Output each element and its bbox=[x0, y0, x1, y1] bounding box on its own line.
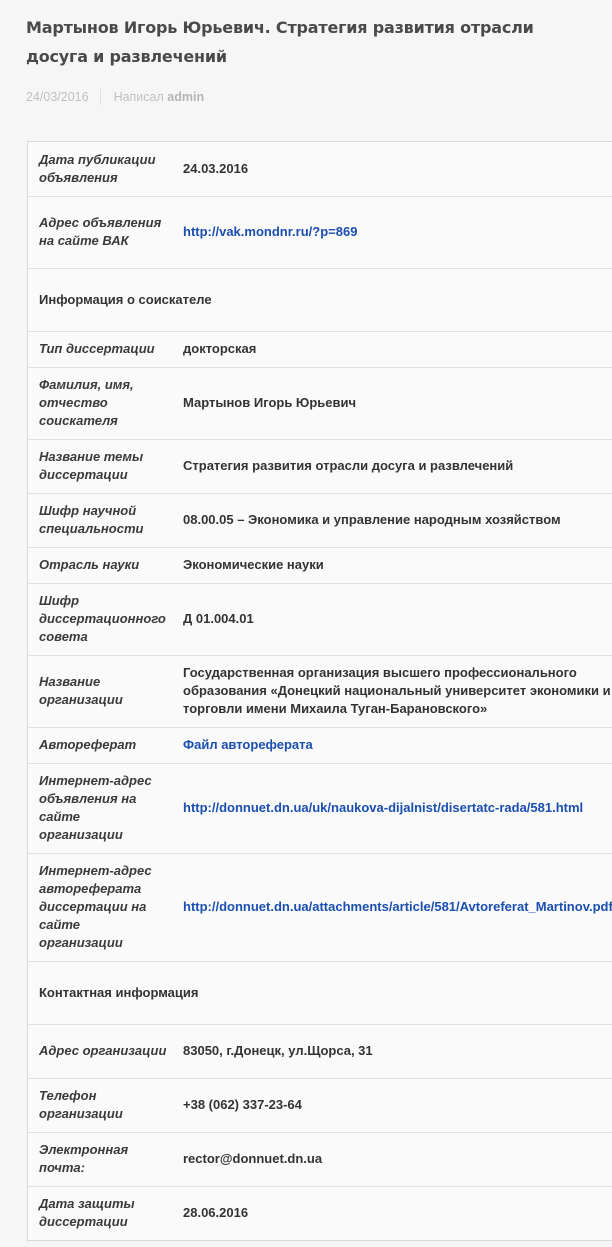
row-value: +38 (062) 337-23-64 bbox=[173, 1078, 612, 1133]
row-label: Адрес объявления на сайте ВАК bbox=[28, 196, 173, 269]
table-row: Название организации Государственная орг… bbox=[28, 655, 612, 728]
row-label: Название организации bbox=[28, 655, 173, 728]
org-abstract-link[interactable]: http://donnuet.dn.ua/attachments/article… bbox=[183, 899, 612, 914]
row-value: rector@donnuet.dn.ua bbox=[173, 1132, 612, 1187]
row-label: Отрасль науки bbox=[28, 547, 173, 584]
author-name[interactable]: admin bbox=[167, 90, 204, 104]
org-notice-link[interactable]: http://donnuet.dn.ua/uk/naukova-dijalnis… bbox=[183, 800, 583, 815]
table-row: Адрес организации 83050, г.Донецк, ул.Що… bbox=[28, 1024, 612, 1079]
section-heading-applicant: Информация о соискателе bbox=[28, 268, 612, 332]
row-label: Дата защиты диссертации bbox=[28, 1186, 173, 1241]
table-row: Название темы диссертации Стратегия разв… bbox=[28, 439, 612, 494]
row-label: Электронная почта: bbox=[28, 1132, 173, 1187]
row-label: Дата публикации объявления bbox=[28, 142, 173, 197]
table-row: Фамилия, имя, отчество соискателя Мартын… bbox=[28, 367, 612, 440]
table-row: Дата публикации объявления 24.03.2016 bbox=[28, 142, 612, 197]
row-label: Интернет-адрес объявления на сайте орган… bbox=[28, 763, 173, 854]
row-label: Тип диссертации bbox=[28, 331, 173, 368]
table-row: Интернет-адрес объявления на сайте орган… bbox=[28, 763, 612, 854]
row-value: Стратегия развития отрасли досуга и разв… bbox=[173, 439, 612, 494]
post-meta: 24/03/2016 Написал admin bbox=[26, 89, 204, 105]
abstract-file-link[interactable]: Файл автореферата bbox=[183, 737, 313, 752]
row-label: Шифр диссертационного совета bbox=[28, 583, 173, 656]
row-label: Телефон организации bbox=[28, 1078, 173, 1133]
row-label: Адрес организации bbox=[28, 1024, 173, 1079]
row-value: Экономические науки bbox=[173, 547, 612, 584]
row-value: 83050, г.Донецк, ул.Щорса, 31 bbox=[173, 1024, 612, 1079]
post-date: 24/03/2016 bbox=[26, 90, 89, 104]
table-row: Электронная почта: rector@donnuet.dn.ua bbox=[28, 1132, 612, 1187]
section-heading-contacts: Контактная информация bbox=[28, 961, 612, 1025]
page-title: Мартынов Игорь Юрьевич. Стратегия развит… bbox=[26, 18, 534, 66]
row-value: докторская bbox=[173, 331, 612, 368]
table-row: Тип диссертации докторская bbox=[28, 331, 612, 368]
meta-divider bbox=[99, 89, 101, 105]
vak-link[interactable]: http://vak.mondnr.ru/?p=869 bbox=[183, 224, 357, 239]
row-value: Мартынов Игорь Юрьевич bbox=[173, 367, 612, 440]
row-label: Название темы диссертации bbox=[28, 439, 173, 494]
row-label: Интернет-адрес автореферата диссертации … bbox=[28, 853, 173, 962]
row-label: Шифр научной специальности bbox=[28, 493, 173, 548]
row-value: 08.00.05 – Экономика и управление народн… bbox=[173, 493, 612, 548]
table-row: Отрасль науки Экономические науки bbox=[28, 547, 612, 584]
row-value: 28.06.2016 bbox=[173, 1186, 612, 1241]
table-row: Шифр научной специальности 08.00.05 – Эк… bbox=[28, 493, 612, 548]
dissertation-table: Дата публикации объявления 24.03.2016 Ад… bbox=[27, 141, 612, 1241]
table-row: Интернет-адрес автореферата диссертации … bbox=[28, 853, 612, 962]
table-row: Дата защиты диссертации 28.06.2016 bbox=[28, 1186, 612, 1241]
table-row: Автореферат Файл автореферата bbox=[28, 727, 612, 764]
table-row: Телефон организации +38 (062) 337-23-64 bbox=[28, 1078, 612, 1133]
row-label: Фамилия, имя, отчество соискателя bbox=[28, 367, 173, 440]
table-row: Шифр диссертационного совета Д 01.004.01 bbox=[28, 583, 612, 656]
row-value: 24.03.2016 bbox=[173, 142, 612, 197]
author-prefix: Написал bbox=[113, 90, 164, 104]
row-value: Д 01.004.01 bbox=[173, 583, 612, 656]
row-value: Государственная организация высшего проф… bbox=[173, 655, 612, 728]
section-row: Контактная информация bbox=[28, 961, 612, 1025]
table-row: Адрес объявления на сайте ВАК http://vak… bbox=[28, 196, 612, 269]
section-row: Информация о соискателе bbox=[28, 268, 612, 332]
row-label: Автореферат bbox=[28, 727, 173, 764]
